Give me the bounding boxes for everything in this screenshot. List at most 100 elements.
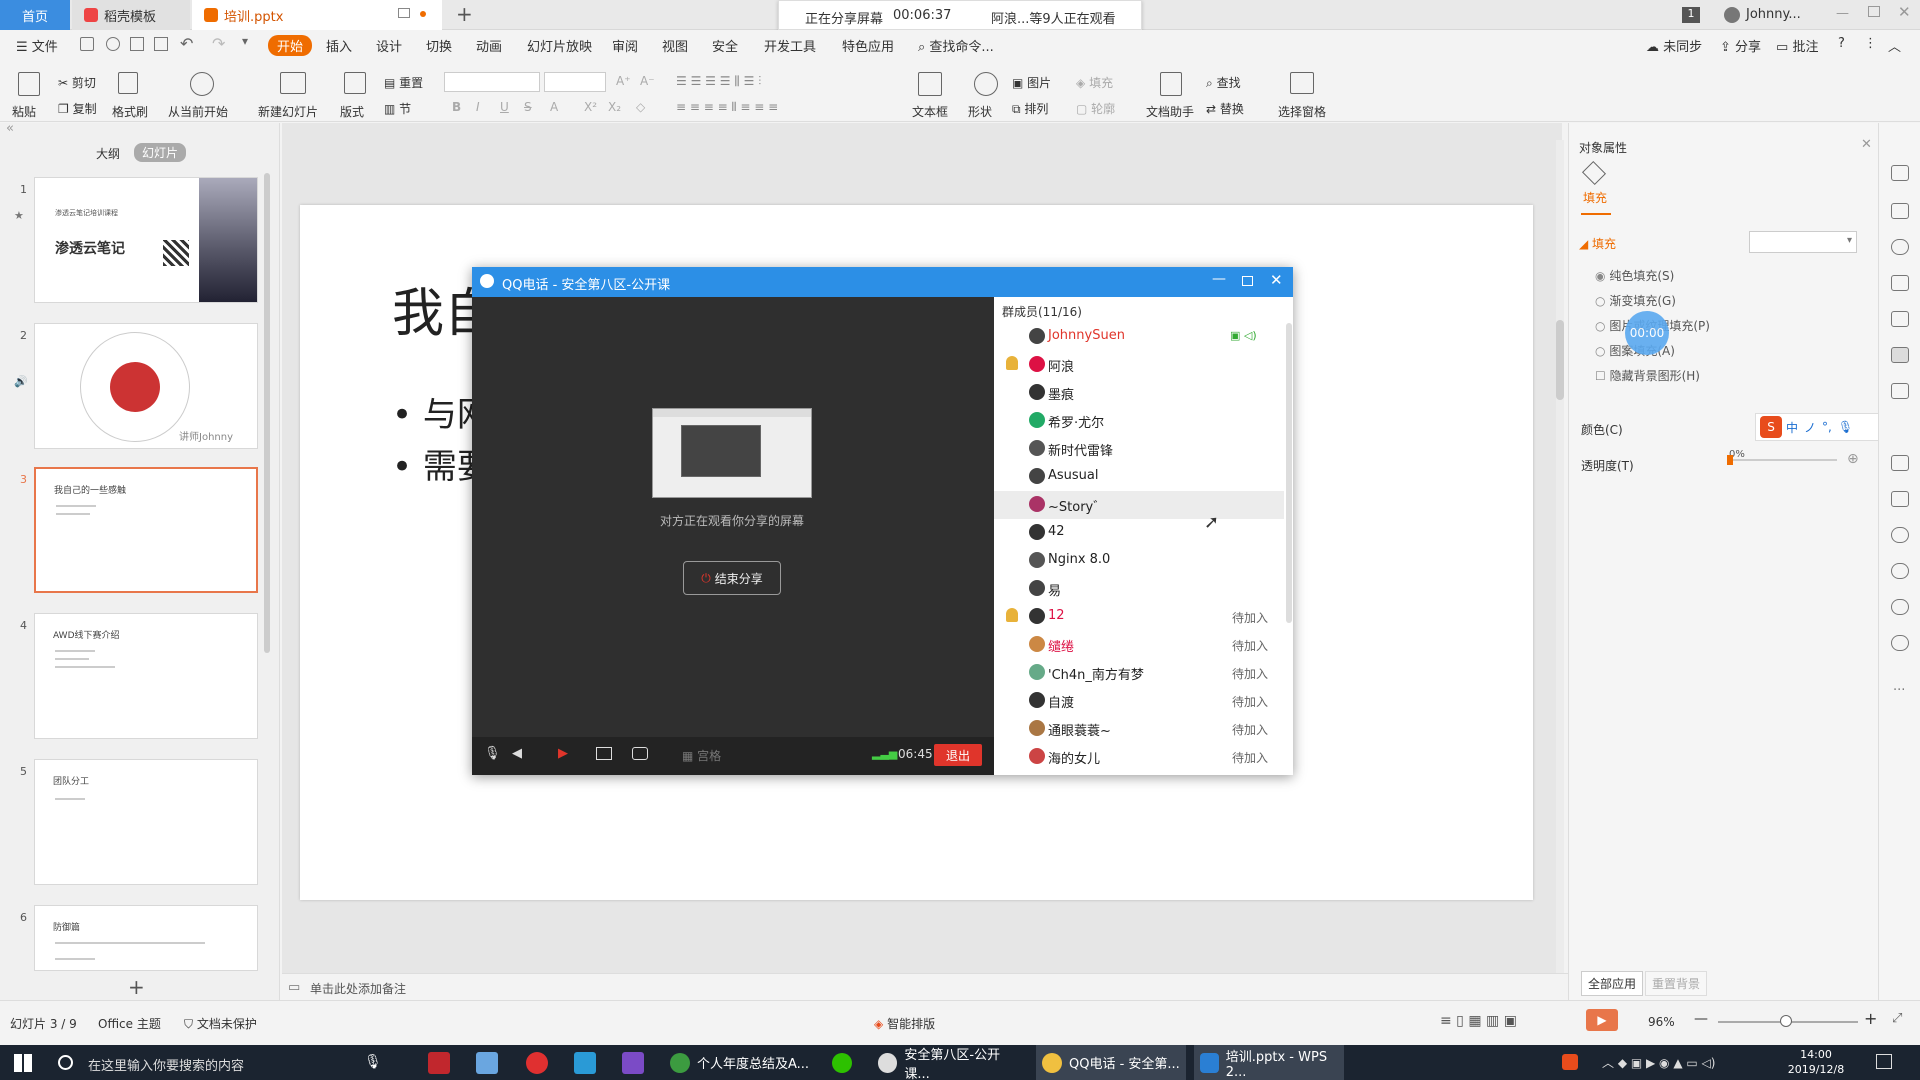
gradient-fill-option[interactable]: ○ 渐变填充(G) xyxy=(1595,292,1676,309)
reset-background-button[interactable]: 重置背景 xyxy=(1645,971,1708,996)
bullet-list-icon[interactable]: ☰ ☰ ☰ ☰ ⫼ ☰ ⫶ xyxy=(676,74,761,89)
panel-close-icon[interactable]: ✕ xyxy=(1861,137,1872,152)
selection-pane-button[interactable]: 选择窗格 xyxy=(1278,103,1326,120)
member-row[interactable]: 希罗·尤尔 xyxy=(994,407,1284,435)
align-icons[interactable]: ≡ ≡ ≡ ≡ ⫴ ≡ ≡ ≡ xyxy=(676,100,778,115)
member-row[interactable]: Asusual xyxy=(994,463,1284,491)
tab-home[interactable]: 首页 xyxy=(0,0,70,30)
sync-button[interactable]: ☁ 未同步 xyxy=(1646,36,1702,55)
member-row[interactable]: Nginx 8.0 xyxy=(994,547,1284,575)
ime-chinese[interactable]: 中 xyxy=(1786,419,1798,436)
ime-punct[interactable]: °, xyxy=(1822,420,1832,434)
textbox-button[interactable]: 文本框 xyxy=(912,103,948,120)
speaker-icon[interactable]: ◀ xyxy=(512,746,522,761)
netease-music-icon[interactable] xyxy=(526,1052,548,1074)
textbox-icon[interactable] xyxy=(918,72,942,96)
whiteboard-icon[interactable] xyxy=(632,747,648,760)
zoom-out-icon[interactable]: — xyxy=(1694,1011,1708,1027)
menu-devtools[interactable]: 开发工具 xyxy=(764,36,816,55)
export-icon[interactable] xyxy=(106,37,120,51)
slide-thumb-5[interactable]: 团队分工 xyxy=(34,759,258,885)
menu-animation[interactable]: 动画 xyxy=(476,36,502,55)
help-circle-icon[interactable] xyxy=(1891,635,1909,651)
paste-icon[interactable] xyxy=(18,72,40,96)
shape-icon[interactable] xyxy=(974,72,998,96)
menu-special[interactable]: 特色应用 xyxy=(842,36,894,55)
ide-app-icon[interactable] xyxy=(574,1052,596,1074)
collapse-panel-icon[interactable]: « xyxy=(6,121,14,136)
find-button[interactable]: ⌕ 查找 xyxy=(1206,74,1241,91)
shape-button[interactable]: 形状 xyxy=(968,103,992,120)
play-icon[interactable] xyxy=(190,72,214,96)
font-size-select[interactable] xyxy=(544,72,606,92)
strikethrough-icon[interactable]: S xyxy=(524,100,532,114)
document-protection[interactable]: ⛉ 文档未保护 xyxy=(184,1015,257,1032)
history-icon[interactable] xyxy=(1891,599,1909,615)
taskbar-mic-icon[interactable]: 🎙 xyxy=(364,1054,382,1070)
replace-button[interactable]: ⇄ 替换 xyxy=(1206,100,1244,117)
picture-button[interactable]: ▣ 图片 xyxy=(1012,74,1051,91)
tab-document[interactable]: 培训.pptx xyxy=(192,0,442,30)
clock-date[interactable]: 2019/12/8 xyxy=(1776,1063,1856,1076)
grid-view-button[interactable]: ▦ 宫格 xyxy=(682,747,721,764)
timer-bubble[interactable]: 00:00 xyxy=(1625,311,1669,355)
scroll-thumb[interactable] xyxy=(1556,320,1564,400)
document-icon[interactable] xyxy=(1891,383,1909,399)
notes-area[interactable]: ▭ 单击此处添加备注 xyxy=(282,973,1568,1000)
superscript-icon[interactable]: X² xyxy=(584,100,597,114)
minimize-icon[interactable]: — xyxy=(1836,6,1849,21)
qq-close-icon[interactable]: ✕ xyxy=(1270,271,1283,289)
member-row[interactable]: 缱绻 待加入 xyxy=(994,631,1284,659)
menu-security[interactable]: 安全 xyxy=(712,36,738,55)
ime-toolbar[interactable]: S 中 ノ °, 🎙 xyxy=(1755,413,1879,441)
qq-title-bar[interactable]: QQ电话 - 安全第八区-公开课 — ✕ xyxy=(472,267,1293,297)
zoom-level[interactable]: 96% xyxy=(1648,1015,1675,1029)
menu-review[interactable]: 审阅 xyxy=(612,36,638,55)
style-icon[interactable] xyxy=(1891,203,1909,219)
menu-home[interactable]: 开始 xyxy=(268,35,313,56)
slide-thumb-3[interactable]: 我自己的一些感触 xyxy=(34,467,258,593)
layout-icon[interactable] xyxy=(344,72,366,94)
youdao-app-icon[interactable] xyxy=(428,1052,450,1074)
reset-button[interactable]: ▤ 重置 xyxy=(384,74,423,91)
microphone-icon[interactable]: 🎙 xyxy=(484,746,501,761)
maximize-icon[interactable] xyxy=(1868,6,1880,17)
taskbar-chrome[interactable]: 个人年度总结及A... xyxy=(664,1045,814,1080)
preview-icon[interactable] xyxy=(154,37,168,51)
audio-icon[interactable] xyxy=(1891,527,1909,543)
fill-type-select[interactable]: ▾ xyxy=(1749,231,1857,253)
monitor-icon[interactable] xyxy=(398,8,410,18)
menu-view[interactable]: 视图 xyxy=(662,36,688,55)
animation-icon[interactable] xyxy=(1891,275,1909,291)
menu-design[interactable]: 设计 xyxy=(376,36,402,55)
comment-button[interactable]: ▭ 批注 xyxy=(1776,36,1818,55)
redo-icon[interactable]: ↷ xyxy=(212,34,225,53)
member-row[interactable]: 海的女儿 待加入 xyxy=(994,743,1284,771)
grid-icon[interactable] xyxy=(1891,311,1909,327)
clear-format-icon[interactable]: ◇ xyxy=(636,100,645,114)
user-name[interactable]: Johnny... xyxy=(1746,7,1801,22)
format-painter-button[interactable]: 格式刷 xyxy=(112,103,148,120)
slide-thumb-1[interactable]: 渗透云笔记培训课程 渗透云笔记 xyxy=(34,177,258,303)
image-icon[interactable] xyxy=(1891,491,1909,507)
paste-button[interactable]: 粘贴 xyxy=(12,103,36,120)
zoom-thumb[interactable] xyxy=(1780,1015,1792,1027)
underline-icon[interactable]: U xyxy=(500,100,509,114)
fill-section-header[interactable]: ◢ 填充 xyxy=(1579,235,1616,252)
new-slide-button[interactable]: 新建幻灯片 xyxy=(258,103,318,120)
shape-library-icon[interactable] xyxy=(1891,239,1909,255)
thumb-scrollbar[interactable] xyxy=(264,173,270,653)
play-from-current-button[interactable]: 从当前开始 xyxy=(168,103,228,120)
cut-button[interactable]: ✂ 剪切 xyxy=(58,74,96,91)
taskbar-qq-call[interactable]: QQ电话 - 安全第... xyxy=(1036,1045,1186,1080)
apply-all-button[interactable]: 全部应用 xyxy=(1581,971,1644,996)
menu-insert[interactable]: 插入 xyxy=(326,36,352,55)
taskbar-wechat[interactable] xyxy=(826,1045,866,1080)
section-button[interactable]: ▥ 节 xyxy=(384,100,411,117)
member-row[interactable]: ~Story゛ xyxy=(994,491,1284,519)
outline-tab[interactable]: 大纲 xyxy=(96,145,120,162)
member-row[interactable]: 42 xyxy=(994,519,1284,547)
qq-maximize-icon[interactable] xyxy=(1242,276,1253,286)
slides-tab[interactable]: 幻灯片 xyxy=(134,143,187,162)
member-row[interactable]: 易 xyxy=(994,575,1284,603)
